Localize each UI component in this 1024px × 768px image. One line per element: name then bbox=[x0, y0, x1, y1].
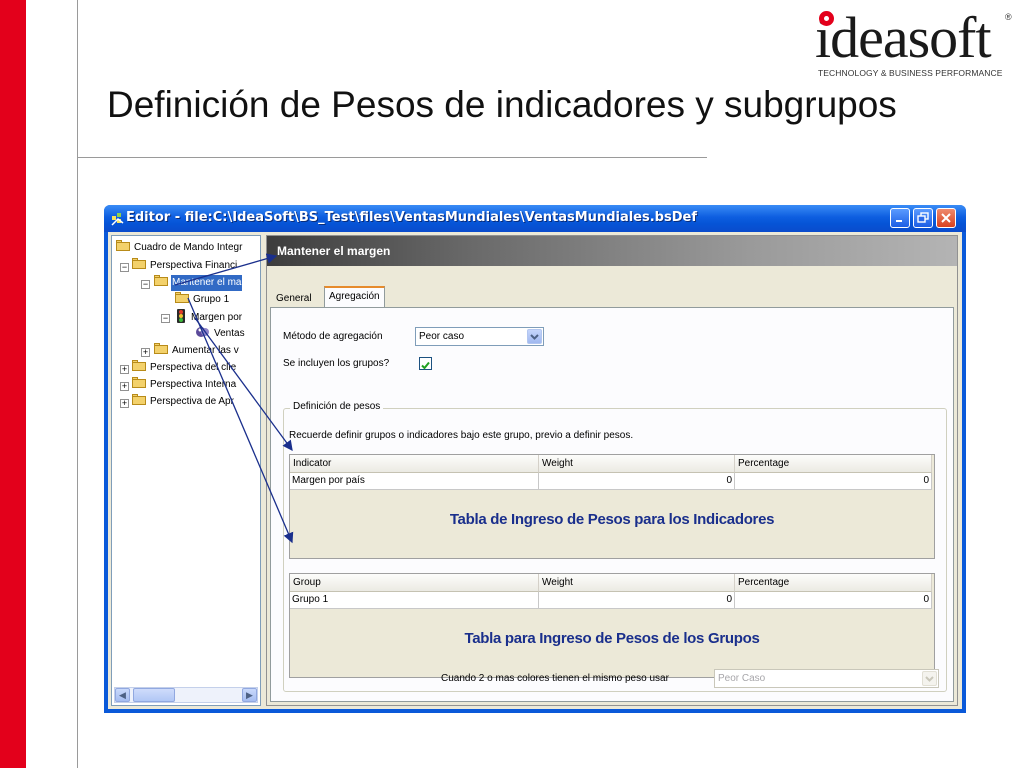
panel-header-title: Mantener el margen bbox=[277, 244, 391, 258]
expand-icon[interactable]: + bbox=[120, 365, 129, 374]
group-table-annotation: Tabla para Ingreso de Pesos de los Grupo… bbox=[464, 630, 760, 647]
close-button[interactable] bbox=[936, 208, 956, 228]
percentage-cell[interactable]: 0 bbox=[735, 473, 932, 490]
restore-icon bbox=[917, 212, 929, 223]
column-header-indicator[interactable]: Indicator bbox=[290, 455, 539, 473]
traffic-light-icon bbox=[177, 309, 185, 323]
collapse-icon[interactable]: − bbox=[161, 314, 170, 323]
tab-page-agregacion: Método de agregación Peor caso Se incluy… bbox=[270, 307, 954, 702]
expand-icon[interactable]: + bbox=[120, 399, 129, 408]
folder-icon bbox=[175, 292, 189, 303]
aggregation-method-select[interactable]: Peor caso bbox=[415, 327, 544, 346]
folder-icon bbox=[132, 377, 146, 388]
detail-panel: Mantener el margen General Agregación Mé… bbox=[266, 235, 958, 706]
slide-vertical-rule bbox=[77, 0, 78, 768]
chevron-down-icon[interactable] bbox=[527, 329, 542, 344]
include-groups-checkbox[interactable] bbox=[419, 357, 432, 370]
indicator-table-annotation: Tabla de Ingreso de Pesos para los Indic… bbox=[449, 511, 775, 528]
group-cell[interactable]: Grupo 1 bbox=[290, 592, 539, 609]
app-icon bbox=[111, 213, 124, 226]
tree-item-label: Cuadro de Mando Integr bbox=[134, 242, 243, 253]
tree-item-mantener-el-margen[interactable]: Mantener el ma bbox=[154, 275, 243, 291]
weights-group-title: Definición de pesos bbox=[290, 401, 384, 412]
close-icon bbox=[941, 213, 951, 223]
tree-item-perspectiva-financiera[interactable]: Perspectiva Financi bbox=[132, 258, 238, 274]
tree-item-cuadro-de-mando[interactable]: Cuadro de Mando Integr bbox=[116, 240, 243, 256]
tree-item-label: Ventas bbox=[214, 328, 245, 339]
editor-window: Editor - file:C:\IdeaSoft\BS_Test\files\… bbox=[104, 205, 966, 713]
column-header-percentage[interactable]: Percentage bbox=[735, 455, 932, 473]
same-weight-value: Peor Caso bbox=[718, 673, 766, 684]
tab-agregacion[interactable]: Agregación bbox=[324, 286, 385, 308]
logo-tagline: TECHNOLOGY & BUSINESS PERFORMANCE bbox=[818, 68, 1003, 78]
registered-mark: ® bbox=[1005, 12, 1012, 22]
tree-item-label: Perspectiva del clie bbox=[150, 362, 237, 373]
window-titlebar[interactable]: Editor - file:C:\IdeaSoft\BS_Test\files\… bbox=[104, 205, 966, 232]
window-client-area: Cuadro de Mando Integr − Perspectiva Fin… bbox=[108, 232, 962, 709]
tree-item-aumentar-las-ventas[interactable]: Aumentar las v bbox=[154, 343, 240, 359]
weights-definition-group: Definición de pesos Recuerde definir gru… bbox=[283, 401, 947, 692]
window-title: Editor - file:C:\IdeaSoft\BS_Test\files\… bbox=[126, 210, 697, 225]
tab-general[interactable]: General bbox=[272, 289, 316, 308]
folder-open-icon bbox=[132, 258, 146, 269]
indicator-cell[interactable]: Margen por país bbox=[290, 473, 539, 490]
column-header-weight[interactable]: Weight bbox=[539, 574, 735, 592]
logo-dot bbox=[819, 11, 834, 26]
tree-item-label: Perspectiva Interna bbox=[150, 379, 237, 390]
same-weight-select[interactable]: Peor Caso bbox=[714, 669, 939, 688]
column-header-weight[interactable]: Weight bbox=[539, 455, 735, 473]
tree-item-label: Perspectiva de Apr bbox=[150, 396, 234, 407]
column-header-group[interactable]: Group bbox=[290, 574, 539, 592]
weight-cell[interactable]: 0 bbox=[539, 592, 735, 609]
tree-item-perspectiva-de-aprendizaje[interactable]: Perspectiva de Apr bbox=[132, 394, 235, 410]
expand-icon[interactable]: + bbox=[120, 382, 129, 391]
collapse-icon[interactable]: − bbox=[141, 280, 150, 289]
folder-icon bbox=[154, 343, 168, 354]
indicator-weights-table[interactable]: Indicator Weight Percentage Margen por p… bbox=[289, 454, 935, 559]
tree-item-ventas[interactable]: Ventas bbox=[196, 326, 246, 342]
tree-item-label: Aumentar las v bbox=[172, 345, 239, 356]
navigation-tree[interactable]: Cuadro de Mando Integr − Perspectiva Fin… bbox=[111, 235, 261, 706]
folder-icon bbox=[132, 360, 146, 371]
collapse-icon[interactable]: − bbox=[120, 263, 129, 272]
include-groups-label: Se incluyen los grupos? bbox=[283, 358, 390, 369]
checkmark-icon bbox=[421, 361, 430, 370]
percentage-cell[interactable]: 0 bbox=[735, 592, 932, 609]
tree-item-perspectiva-del-cliente[interactable]: Perspectiva del clie bbox=[132, 360, 237, 376]
slide-horizontal-rule bbox=[77, 157, 707, 158]
tree-item-perspectiva-interna[interactable]: Perspectiva Interna bbox=[132, 377, 237, 393]
weights-hint: Recuerde definir grupos o indicadores ba… bbox=[289, 430, 634, 441]
folder-open-icon bbox=[154, 275, 168, 286]
restore-button[interactable] bbox=[913, 208, 933, 228]
tree-item-margen-por-pais[interactable]: Margen por bbox=[175, 309, 243, 325]
slide-title: Definición de Pesos de indicadores y sub… bbox=[107, 84, 897, 125]
same-weight-label: Cuando 2 o mas colores tienen el mismo p… bbox=[441, 673, 669, 684]
tree-item-label: Grupo 1 bbox=[193, 294, 230, 305]
folder-open-icon bbox=[116, 240, 130, 251]
group-weights-table[interactable]: Group Weight Percentage Grupo 1 0 0 Tabl… bbox=[289, 573, 935, 678]
ideasoft-logo: ideasoft ® TECHNOLOGY & BUSINESS PERFORM… bbox=[815, 6, 1015, 82]
minimize-button[interactable] bbox=[890, 208, 910, 228]
tree-item-label: Perspectiva Financi bbox=[150, 260, 238, 271]
logo-wordmark: ideasoft bbox=[815, 5, 992, 70]
expand-icon[interactable]: + bbox=[141, 348, 150, 357]
tree-item-label: Margen por bbox=[191, 312, 243, 323]
aggregation-method-label: Método de agregación bbox=[283, 331, 383, 342]
indicator-icon bbox=[196, 327, 209, 337]
folder-icon bbox=[132, 394, 146, 405]
scroll-thumb[interactable] bbox=[133, 688, 175, 702]
pane-splitter[interactable] bbox=[261, 232, 265, 709]
tree-item-grupo-1[interactable]: Grupo 1 bbox=[175, 292, 230, 308]
scroll-left-button[interactable]: ◀ bbox=[115, 688, 130, 702]
tree-item-label: Mantener el ma bbox=[171, 275, 243, 291]
scroll-right-button[interactable]: ▶ bbox=[242, 688, 257, 702]
weight-cell[interactable]: 0 bbox=[539, 473, 735, 490]
panel-header: Mantener el margen bbox=[267, 236, 957, 266]
minimize-icon bbox=[896, 220, 902, 222]
column-header-percentage[interactable]: Percentage bbox=[735, 574, 932, 592]
brand-side-bar bbox=[0, 0, 26, 768]
chevron-down-icon[interactable] bbox=[922, 671, 937, 686]
tree-horizontal-scrollbar[interactable]: ◀ ▶ bbox=[114, 687, 258, 703]
aggregation-method-value: Peor caso bbox=[419, 331, 465, 342]
